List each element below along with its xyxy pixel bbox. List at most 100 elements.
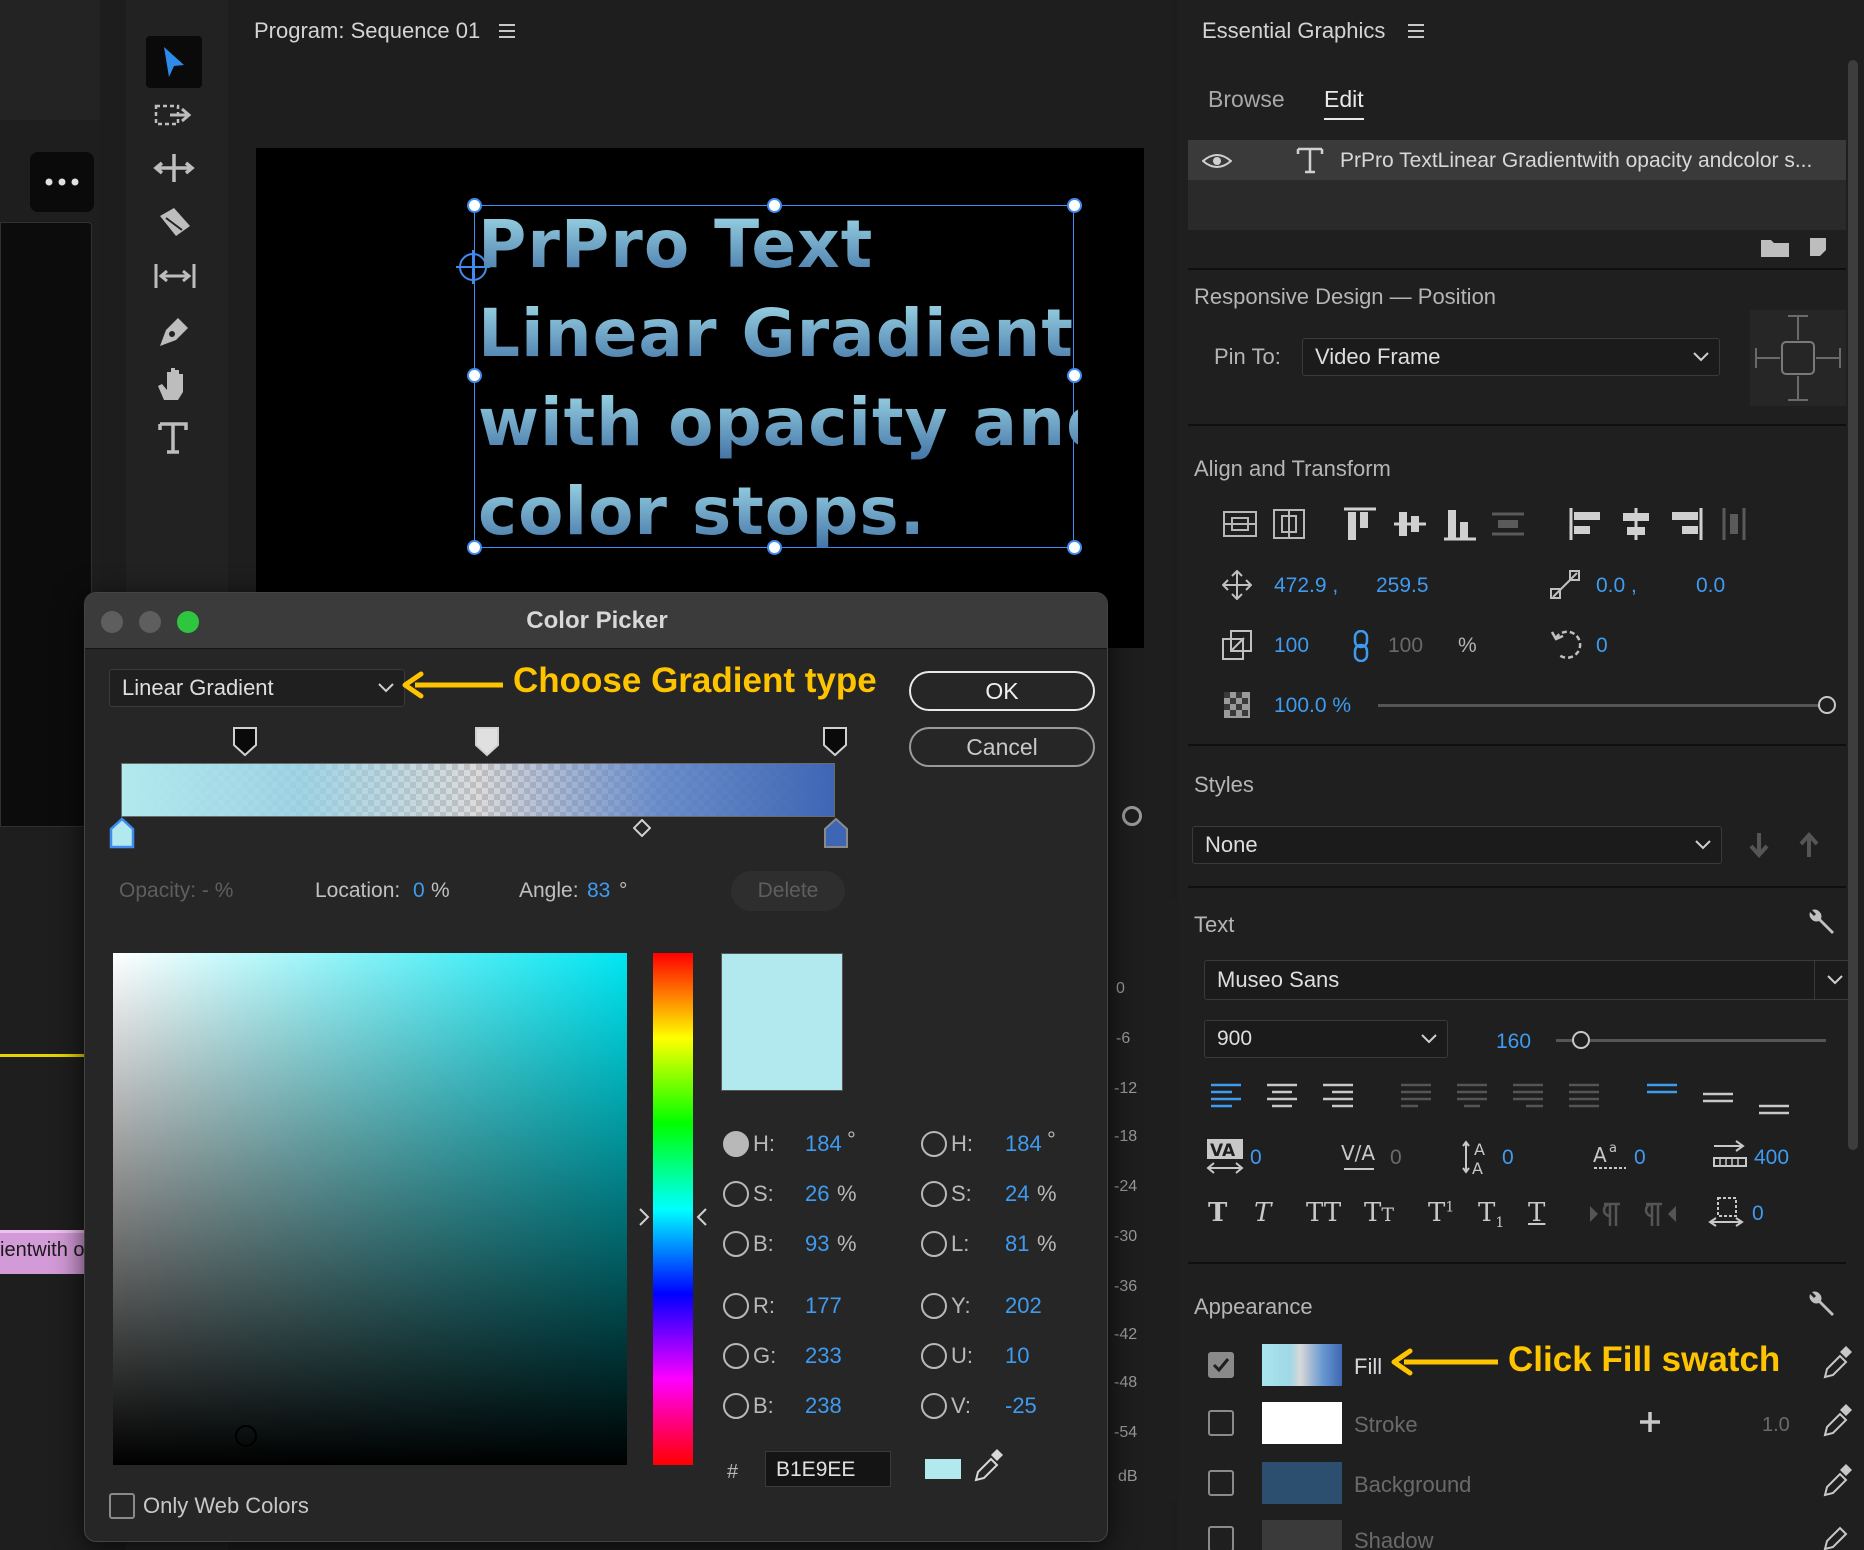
- hsb-s-radio[interactable]: [723, 1181, 749, 1207]
- leading-value[interactable]: 0: [1502, 1146, 1514, 1170]
- stroke-swatch[interactable]: [1262, 1402, 1342, 1444]
- color-field-cursor[interactable]: [235, 1425, 257, 1447]
- panel-menu-icon[interactable]: [1407, 23, 1425, 39]
- ok-button[interactable]: OK: [909, 671, 1095, 711]
- align-top-icon[interactable]: [1342, 506, 1378, 542]
- rgb-r-radio[interactable]: [723, 1293, 749, 1319]
- hue-pointer-right-icon[interactable]: [695, 1207, 709, 1227]
- font-size-slider-track[interactable]: [1556, 1039, 1826, 1042]
- ltr-paragraph-icon[interactable]: [1588, 1200, 1624, 1228]
- monitor-settings-knob[interactable]: [1122, 806, 1142, 826]
- tsume-value[interactable]: 0: [1752, 1202, 1764, 1226]
- color-stop-selected-icon[interactable]: [109, 817, 135, 849]
- font-weight-dropdown[interactable]: 900: [1204, 1020, 1448, 1058]
- hsb-b-radio[interactable]: [723, 1231, 749, 1257]
- align-text-left-icon[interactable]: [1210, 1082, 1242, 1112]
- pen-tool[interactable]: [152, 312, 200, 352]
- delete-stop-button[interactable]: Delete: [731, 871, 845, 911]
- wrench-icon[interactable]: [1806, 1290, 1836, 1320]
- pin-widget[interactable]: [1750, 310, 1846, 406]
- distribute-vertical-icon[interactable]: [1490, 506, 1526, 542]
- slip-tool[interactable]: [152, 258, 200, 298]
- visibility-eye-icon[interactable]: [1202, 152, 1232, 170]
- video-frame[interactable]: PrPro Text Linear Gradient with opacity …: [256, 148, 1144, 648]
- panel-menu-icon[interactable]: [498, 23, 516, 39]
- fill-swatch[interactable]: [1262, 1344, 1342, 1386]
- hue-slider[interactable]: [653, 953, 693, 1465]
- stroke-width-value[interactable]: 1.0: [1762, 1414, 1790, 1437]
- angle-value[interactable]: 83: [587, 879, 610, 903]
- text-align-bottom-icon[interactable]: [1758, 1086, 1790, 1116]
- only-web-colors-checkbox[interactable]: [109, 1493, 135, 1519]
- align-bottom-icon[interactable]: [1442, 506, 1478, 542]
- align-horizontal-center-frame-icon[interactable]: [1272, 506, 1308, 542]
- all-caps-icon[interactable]: TT: [1306, 1198, 1341, 1228]
- opacity-slider-thumb[interactable]: [1818, 696, 1836, 714]
- kerning-value[interactable]: 0: [1250, 1146, 1262, 1170]
- rgb-g-value[interactable]: 233: [805, 1343, 842, 1369]
- font-dropdown[interactable]: Museo Sans: [1204, 960, 1854, 1000]
- anchor-y-value[interactable]: 0.0: [1696, 574, 1725, 598]
- eyedropper-icon[interactable]: [973, 1449, 1005, 1483]
- new-group-folder-icon[interactable]: [1760, 236, 1790, 258]
- ripple-edit-tool[interactable]: [152, 150, 200, 190]
- hsb-h-value[interactable]: 184: [805, 1131, 842, 1157]
- opacity-slider-track[interactable]: [1378, 704, 1826, 707]
- position-y-value[interactable]: 259.5: [1376, 574, 1429, 598]
- hsb-b-value[interactable]: 93: [805, 1231, 829, 1257]
- hue-pointer-left-icon[interactable]: [637, 1207, 651, 1227]
- opacity-stop-icon[interactable]: [475, 727, 499, 757]
- eyedropper-icon[interactable]: [1822, 1346, 1852, 1380]
- justify-center-icon[interactable]: [1456, 1082, 1488, 1112]
- hsl-h-value[interactable]: 184: [1005, 1131, 1042, 1157]
- yuv-u-radio[interactable]: [921, 1343, 947, 1369]
- push-style-down-icon[interactable]: [1748, 832, 1770, 858]
- shadow-swatch[interactable]: [1262, 1520, 1342, 1550]
- yuv-y-radio[interactable]: [921, 1293, 947, 1319]
- tab-browse[interactable]: Browse: [1208, 86, 1285, 113]
- justify-all-icon[interactable]: [1568, 1082, 1600, 1112]
- rgb-g-radio[interactable]: [723, 1343, 749, 1369]
- eyedropper-icon[interactable]: [1822, 1404, 1852, 1438]
- opacity-stop-icon[interactable]: [823, 727, 847, 757]
- align-vertical-center-frame-icon[interactable]: [1222, 506, 1258, 542]
- rgb-b-radio[interactable]: [723, 1393, 749, 1419]
- fill-checkbox[interactable]: [1208, 1352, 1234, 1378]
- wrench-icon[interactable]: [1806, 908, 1836, 938]
- tab-edit[interactable]: Edit: [1324, 86, 1364, 113]
- style-dropdown[interactable]: None: [1192, 826, 1722, 864]
- gradient-type-dropdown[interactable]: Linear Gradient: [109, 669, 405, 707]
- align-left-icon[interactable]: [1568, 506, 1604, 542]
- background-swatch[interactable]: [1262, 1462, 1342, 1504]
- yuv-v-value[interactable]: -25: [1005, 1393, 1037, 1419]
- track-select-tool[interactable]: [152, 98, 200, 138]
- position-x-value[interactable]: 472.9 ,: [1274, 574, 1338, 598]
- anchor-x-value[interactable]: 0.0 ,: [1596, 574, 1637, 598]
- rgb-r-value[interactable]: 177: [805, 1293, 842, 1319]
- opacity-stop-icon[interactable]: [233, 727, 257, 757]
- superscript-icon[interactable]: T1: [1428, 1198, 1454, 1228]
- baseline-shift-value[interactable]: 0: [1634, 1146, 1646, 1170]
- location-value[interactable]: 0: [413, 879, 425, 903]
- color-stop-icon[interactable]: [823, 817, 849, 849]
- razor-tool[interactable]: [152, 204, 200, 244]
- color-field[interactable]: [113, 953, 627, 1465]
- yuv-y-value[interactable]: 202: [1005, 1293, 1042, 1319]
- rgb-b-value[interactable]: 238: [805, 1393, 842, 1419]
- hsl-h-radio[interactable]: [921, 1131, 947, 1157]
- hsb-h-radio[interactable]: [723, 1131, 749, 1157]
- hsl-s-value[interactable]: 24: [1005, 1181, 1029, 1207]
- hsl-l-radio[interactable]: [921, 1231, 947, 1257]
- align-text-center-icon[interactable]: [1266, 1082, 1298, 1112]
- pin-to-dropdown[interactable]: Video Frame: [1302, 338, 1720, 376]
- faux-italic-icon[interactable]: T: [1254, 1198, 1271, 1228]
- yuv-u-value[interactable]: 10: [1005, 1343, 1029, 1369]
- new-layer-icon[interactable]: [1808, 236, 1832, 258]
- font-size-slider-thumb[interactable]: [1572, 1031, 1590, 1049]
- eg-scrollbar[interactable]: [1848, 60, 1858, 1150]
- yuv-v-radio[interactable]: [921, 1393, 947, 1419]
- justify-left-icon[interactable]: [1400, 1082, 1432, 1112]
- subscript-icon[interactable]: T1: [1478, 1198, 1504, 1231]
- gradient-ramp[interactable]: [121, 763, 835, 817]
- selection-tool[interactable]: [146, 36, 202, 88]
